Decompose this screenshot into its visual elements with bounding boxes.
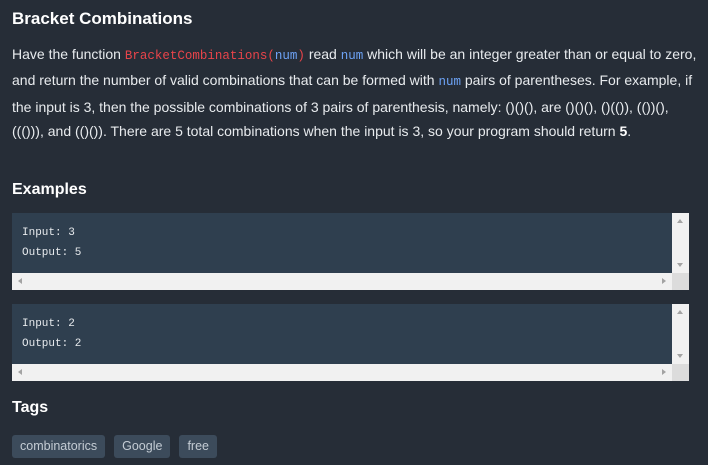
scroll-down-icon[interactable] xyxy=(677,354,683,358)
argument-code: num xyxy=(340,49,364,63)
example-input: Input: 2 xyxy=(22,318,75,330)
example-content: Input: 2 Output: 2 xyxy=(12,304,671,364)
example-content: Input: 3 Output: 5 xyxy=(12,213,671,273)
scrollbar-corner xyxy=(672,273,689,290)
vertical-scrollbar[interactable] xyxy=(672,213,689,273)
scroll-up-icon[interactable] xyxy=(677,219,683,223)
description-text: read xyxy=(304,46,341,62)
paren-close: ) xyxy=(297,49,305,63)
description-text: Have the function xyxy=(12,46,125,62)
scroll-left-icon[interactable] xyxy=(18,278,22,284)
example-input: Input: 3 xyxy=(22,227,75,239)
tag-combinatorics[interactable]: combinatorics xyxy=(12,435,106,458)
horizontal-scrollbar[interactable] xyxy=(12,364,672,381)
vertical-scrollbar[interactable] xyxy=(672,304,689,364)
scroll-right-icon[interactable] xyxy=(662,278,666,284)
paren-open: ( xyxy=(267,49,275,63)
example-code-box[interactable]: Input: 3 Output: 5 xyxy=(12,213,689,290)
scroll-left-icon[interactable] xyxy=(18,369,22,375)
example-code-box[interactable]: Input: 2 Output: 2 xyxy=(12,304,689,381)
tag-google[interactable]: Google xyxy=(114,435,171,458)
examples-heading: Examples xyxy=(12,181,87,198)
tags-heading: Tags xyxy=(12,399,49,416)
horizontal-scrollbar[interactable] xyxy=(12,273,672,290)
function-name-code: BracketCombinations xyxy=(124,49,268,63)
scroll-down-icon[interactable] xyxy=(677,263,683,267)
scroll-right-icon[interactable] xyxy=(662,369,666,375)
challenge-description: Have the function BracketCombinations(nu… xyxy=(12,42,698,144)
example-output: Output: 5 xyxy=(22,247,82,259)
argument-code: num xyxy=(438,75,461,90)
scroll-up-icon[interactable] xyxy=(677,310,683,314)
tag-free[interactable]: free xyxy=(179,435,217,458)
argument-code: num xyxy=(274,49,298,63)
tag-list: combinatorics Google free xyxy=(12,435,217,458)
description-text: . xyxy=(627,123,632,140)
scrollbar-corner xyxy=(672,364,689,381)
example-output: Output: 2 xyxy=(22,338,82,350)
challenge-title: Bracket Combinations xyxy=(12,9,193,28)
